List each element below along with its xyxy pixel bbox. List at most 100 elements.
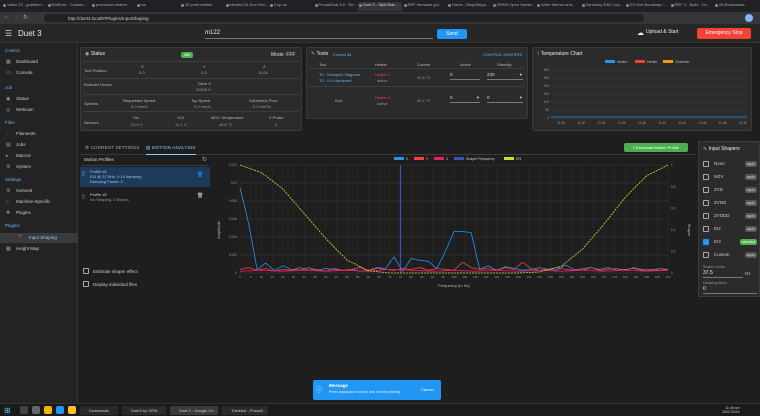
shaper-checkbox[interactable] (703, 213, 709, 219)
sidebar-item-jobs[interactable]: ▤ Jobs (6, 142, 26, 148)
profile-item[interactable]: ▯ Profile #1 EI3 @ 37.5Hz, 0.10 damping … (80, 167, 210, 187)
shaper-apply-button[interactable]: apply (744, 187, 757, 193)
display-files-checkbox[interactable] (83, 281, 89, 287)
tool-0-heater[interactable]: Heater 1 (375, 72, 390, 77)
browser-tab[interactable]: ZRWS Open Hardw... (492, 2, 536, 11)
sidebar-group-plugins[interactable]: Plugins (5, 223, 20, 228)
browser-tab[interactable]: Home - NinjaStepp... (447, 2, 491, 11)
browser-tab[interactable]: All Bookmarks (714, 2, 758, 11)
browser-tab[interactable]: Weer thermo and... (536, 2, 580, 11)
control-all-dropdown[interactable]: Control All (333, 52, 351, 57)
shaper-checkbox[interactable] (703, 187, 709, 193)
shaper-apply-button[interactable]: apply (744, 226, 757, 232)
sidebar-item-macros[interactable]: ▸ Macros (6, 153, 31, 159)
sidebar-group-job[interactable]: Job (5, 85, 12, 90)
browser-tab[interactable]: Sanmedy E3D Cop... (581, 2, 625, 11)
shaper-checkbox[interactable] (703, 239, 709, 245)
shaper-checkbox[interactable] (703, 252, 709, 258)
explorer-icon[interactable] (44, 406, 52, 414)
sidebar-item-console[interactable]: ▭ Console (6, 70, 33, 76)
estimate-shaper-checkbox[interactable] (83, 268, 89, 274)
shaper-apply-button[interactable]: apply (744, 213, 757, 219)
tab-current-settings[interactable]: ⚙ CURRENT SETTINGS (85, 145, 140, 151)
browser-tab[interactable]: Video 22 - guidhem... (2, 2, 46, 11)
shaper-apply-button[interactable]: apply (744, 161, 757, 167)
tab-motion-analysis[interactable]: ▤ MOTION ANALYSIS (146, 145, 196, 155)
url-field[interactable]: http://duet3.local/#/Plugins/InputShapin… (44, 14, 644, 22)
profile-icon[interactable] (745, 14, 753, 22)
shaper-option-mzv[interactable]: MZV apply (703, 173, 757, 183)
search-icon[interactable] (20, 406, 28, 414)
delete-icon[interactable]: 🗑 (197, 193, 203, 199)
bed-standby-input[interactable]: 0 ▾ (487, 95, 523, 103)
refresh-icon[interactable]: ↻ (202, 156, 207, 163)
menu-icon[interactable]: ☰ (5, 29, 12, 38)
browser-tab[interactable]: RRF 3 - Build - Dr... (670, 2, 714, 11)
shaper-checkbox[interactable] (703, 161, 709, 167)
sidebar-item-system[interactable]: ⚙ System (6, 164, 31, 170)
toast-cancel-button[interactable]: Cancel (421, 387, 433, 392)
tool-0-standby-select[interactable]: 230 ▾ (487, 72, 523, 80)
sidebar-item-height-map[interactable]: ▦ Height Map (6, 246, 39, 252)
shaper-checkbox[interactable] (703, 226, 709, 232)
profile-item[interactable]: ▯ Profile #0 No Shaping, 2 Motors 🗑 (80, 190, 210, 210)
edge-icon[interactable] (56, 406, 64, 414)
task-view-icon[interactable] (32, 406, 40, 414)
chrome-icon[interactable] (68, 406, 76, 414)
taskbar-app[interactable]: Downloads (80, 406, 118, 415)
taskbar-app[interactable]: Duet3 by OEM... (122, 406, 166, 415)
back-icon[interactable]: ← (4, 14, 10, 20)
shaper-frequency-input[interactable]: 37.5 (703, 270, 743, 278)
tool-0-active-input[interactable]: 0 (450, 72, 480, 80)
shaper-apply-button[interactable]: apply (744, 200, 757, 206)
browser-tab[interactable]: Prusa/Dual 3.0 - Re... (314, 2, 358, 11)
upload-start-button[interactable]: Upload & Start (646, 29, 679, 35)
tool-0-name[interactable]: T0 - Mosquito Magnum (319, 72, 360, 77)
shaper-option-zvd[interactable]: ZVD apply (703, 186, 757, 196)
download-motion-profile-button[interactable]: ⭳ Download Motion Profile (624, 143, 688, 152)
reload-icon[interactable]: ↻ (23, 14, 28, 21)
bed-name[interactable]: Bed (335, 98, 342, 103)
shaper-option-custom[interactable]: Custom apply (703, 251, 757, 261)
shaper-apply-button[interactable]: apply (744, 252, 757, 258)
sidebar-item-plugins[interactable]: ✚ Plugins (6, 210, 31, 216)
forward-icon[interactable]: → (13, 14, 19, 20)
sidebar-item-status[interactable]: ◉ Status (6, 96, 29, 102)
sidebar-group-control[interactable]: Control (5, 48, 20, 53)
browser-tab[interactable]: rss (136, 2, 180, 11)
taskbar-app[interactable]: Duet 3 - Google Ch... (170, 406, 218, 415)
browser-tab[interactable]: E3 Sort Bootstrap... (625, 2, 669, 11)
sidebar-item-general[interactable]: ⚙ General (6, 188, 32, 194)
browser-tab[interactable]: Cop-ss (269, 2, 313, 11)
browser-tab[interactable]: Duet 3 - Split Brai... (358, 2, 402, 11)
sidebar-item-input-shaping[interactable]: ∿ Input Shaping (0, 233, 78, 243)
shaper-option-ei3[interactable]: EI3 selected (703, 238, 757, 248)
sidebar-item-webcam[interactable]: ◎ Webcam (6, 107, 34, 113)
bed-active-input[interactable]: 0 ▾ (450, 95, 480, 103)
sidebar-item-filaments[interactable]: ◌ Filaments (6, 131, 36, 137)
taskbar-app[interactable]: Thinkbot - PrusaS... (222, 406, 268, 415)
browser-tab[interactable]: electric/C6 Duo Rev... (225, 2, 269, 11)
sidebar-group-files[interactable]: Files (5, 120, 15, 125)
shaper-option-zvddd[interactable]: ZVDDD apply (703, 212, 757, 222)
shaper-checkbox[interactable] (703, 200, 709, 206)
sidebar-item-dashboard[interactable]: ▦ Dashboard (6, 59, 38, 65)
shaper-option-zvdd[interactable]: ZVDD apply (703, 199, 757, 209)
browser-tab[interactable]: proconext related (91, 2, 135, 11)
shaper-checkbox[interactable] (703, 174, 709, 180)
shaper-option-none[interactable]: None apply (703, 160, 757, 170)
sidebar-group-settings[interactable]: Settings (5, 177, 21, 182)
gcode-input[interactable]: m122 (205, 28, 433, 39)
browser-tab[interactable]: 3D print related (180, 2, 224, 11)
control-heaters-link[interactable]: CONTROL HEATERS (483, 52, 522, 57)
sidebar-item-machine-specific[interactable]: ⌂ Machine-Specific (6, 199, 50, 205)
shaper-apply-button[interactable]: apply (744, 174, 757, 180)
browser-tab[interactable]: RatRoot - Custom... (47, 2, 91, 11)
bed-heater[interactable]: Heater 0 (375, 95, 390, 100)
browser-tab[interactable]: RRF firmware gui... (403, 2, 447, 11)
shaper-option-ei2[interactable]: EI2 apply (703, 225, 757, 235)
delete-icon[interactable]: 🗑 (197, 172, 203, 178)
send-button[interactable]: Send (437, 29, 467, 39)
damping-factor-input[interactable]: 0 (703, 286, 757, 294)
windows-start-icon[interactable]: ⊞ (4, 406, 11, 415)
